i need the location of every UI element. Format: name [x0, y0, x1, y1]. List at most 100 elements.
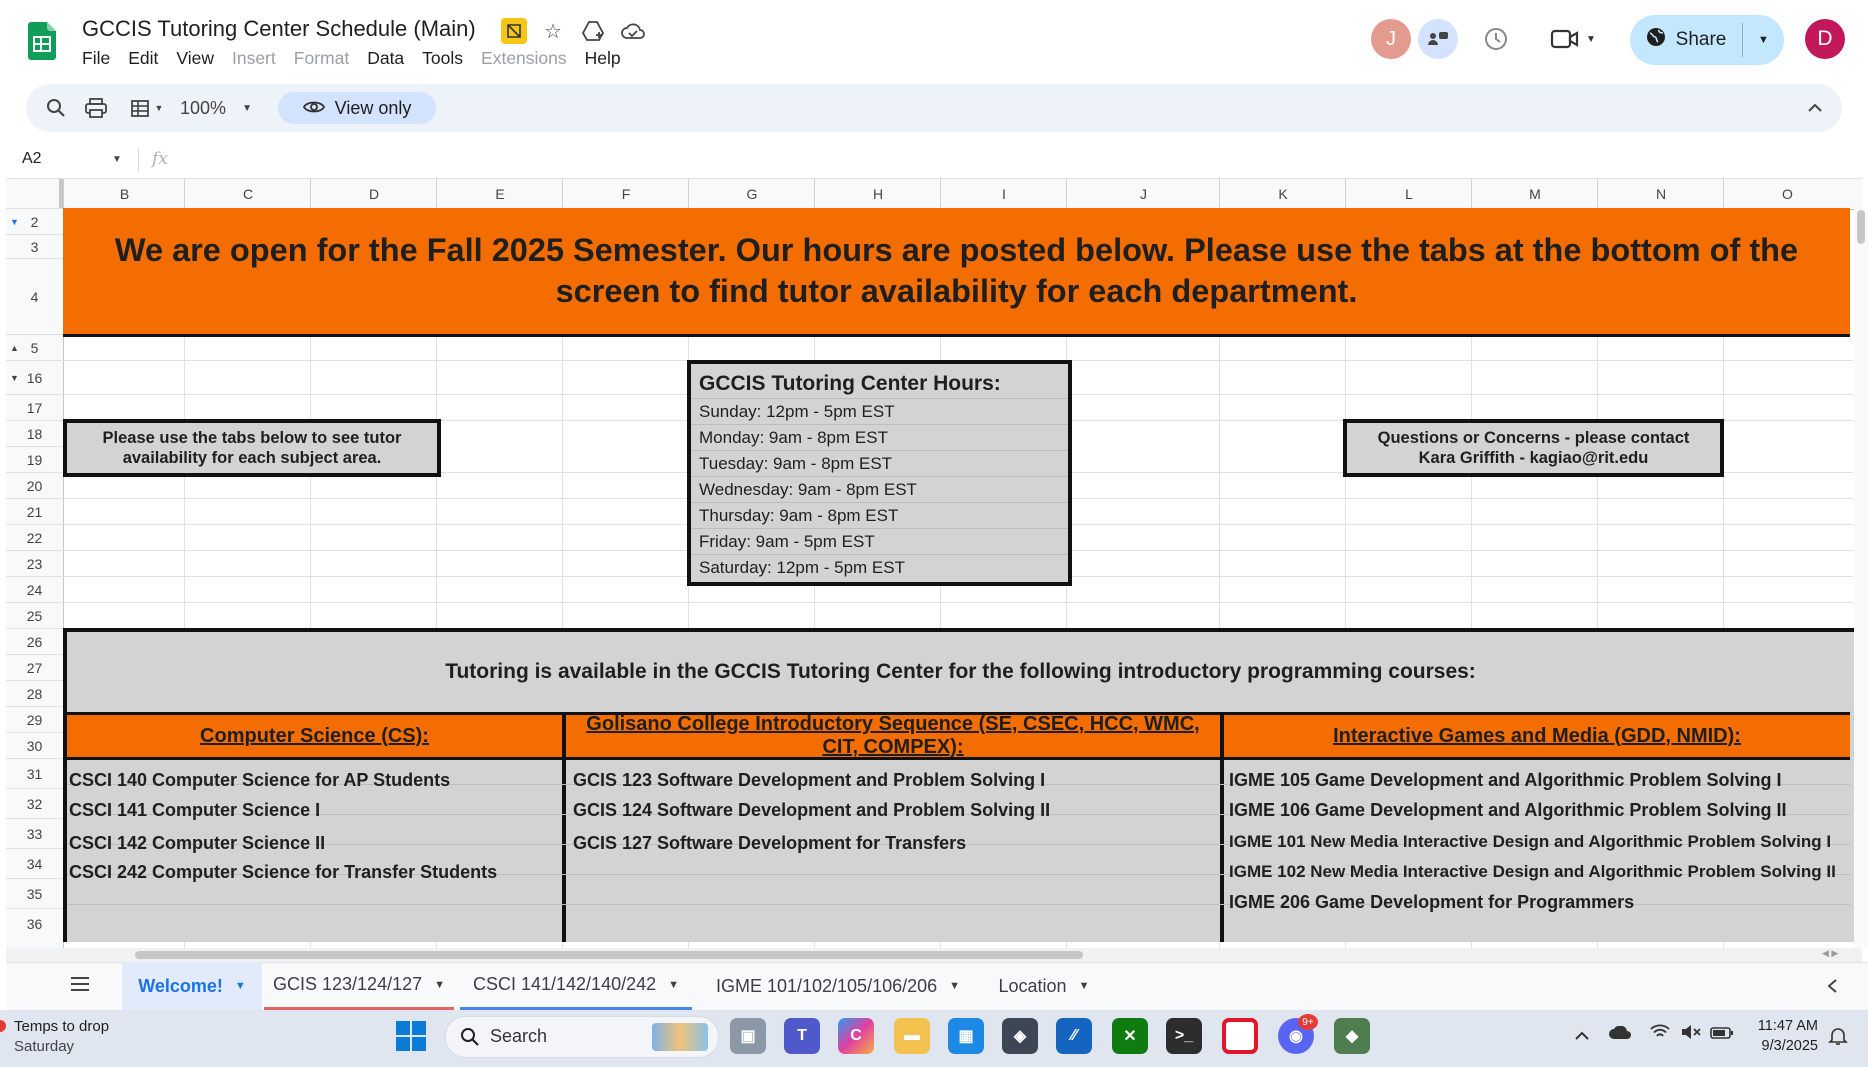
sheets-logo-icon[interactable]	[28, 22, 56, 60]
share-button[interactable]: Share	[1630, 15, 1742, 65]
wifi-icon[interactable]	[1650, 1024, 1670, 1045]
taskbar-clock-time[interactable]: 11:47 AM	[1754, 1018, 1818, 1034]
horizontal-scroll-thumb[interactable]	[135, 951, 1083, 959]
announcement-banner[interactable]: We are open for the Fall 2025 Semester. …	[63, 208, 1850, 337]
row-header[interactable]: 25	[6, 602, 63, 629]
menu-edit[interactable]: Edit	[128, 48, 158, 69]
copilot-icon[interactable]: C	[838, 1018, 874, 1054]
row-header[interactable]: 20	[6, 472, 63, 499]
taskbar-search-box[interactable]: Search	[445, 1016, 719, 1058]
column-header[interactable]: J	[1066, 179, 1220, 209]
taskbar-clock-date[interactable]: 9/3/2025	[1748, 1038, 1818, 1054]
column-header[interactable]: K	[1219, 179, 1346, 209]
name-box-chevron-icon[interactable]: ▼	[112, 154, 122, 165]
department-header-gcis[interactable]: Golisano College Introductory Sequence (…	[566, 712, 1220, 760]
courses-section[interactable]: Tutoring is available in the GCCIS Tutor…	[63, 628, 1858, 942]
column-header[interactable]: G	[688, 179, 815, 209]
microsoft-store-icon[interactable]: ▦	[948, 1018, 984, 1054]
format-options-icon[interactable]: ▼	[124, 84, 170, 132]
row-header[interactable]: 17	[6, 394, 63, 421]
column-header[interactable]: F	[562, 179, 689, 209]
terminal-icon[interactable]: >_	[1166, 1018, 1202, 1054]
row-header[interactable]: 24	[6, 576, 63, 603]
xbox-icon[interactable]: ✕	[1112, 1018, 1148, 1054]
name-box[interactable]: A2	[22, 150, 42, 168]
menu-format[interactable]: Format	[294, 48, 349, 69]
notification-bell-icon[interactable]	[1828, 1026, 1848, 1051]
row-header[interactable]: 33	[6, 818, 63, 849]
formula-input[interactable]	[184, 150, 1784, 172]
battery-icon[interactable]	[1710, 1026, 1734, 1044]
group-collapse-icon[interactable]: ▼	[10, 209, 19, 235]
move-to-drive-icon[interactable]	[580, 18, 606, 44]
vertical-scroll-thumb[interactable]	[1857, 210, 1865, 244]
row-header[interactable]: 30	[6, 732, 63, 759]
onedrive-cloud-icon[interactable]	[1608, 1025, 1632, 1045]
row-header[interactable]: 36	[6, 908, 63, 939]
print-icon[interactable]	[78, 84, 114, 132]
file-explorer-icon[interactable]: ▬	[894, 1018, 930, 1054]
column-header[interactable]: E	[436, 179, 563, 209]
row-header[interactable]: 21	[6, 498, 63, 525]
sheet-tab-igme[interactable]: IGME 101/102/105/106/206 ▼	[700, 962, 976, 1010]
account-avatar[interactable]: D	[1805, 19, 1845, 59]
version-history-icon[interactable]	[1481, 24, 1511, 54]
sheet-tab-gcis[interactable]: GCIS 123/124/127 ▼	[264, 962, 454, 1010]
contact-note-cell[interactable]: Questions or Concerns - please contact K…	[1343, 419, 1724, 477]
tabs-note-cell[interactable]: Please use the tabs below to see tutor a…	[63, 419, 441, 477]
row-header[interactable]: 18	[6, 420, 63, 447]
view-only-button[interactable]: View only	[278, 92, 436, 124]
menu-help[interactable]: Help	[585, 48, 621, 69]
offline-badge-icon[interactable]	[501, 18, 527, 44]
row-header[interactable]: 26	[6, 628, 63, 655]
volume-muted-icon[interactable]	[1680, 1024, 1702, 1045]
column-header[interactable]: H	[814, 179, 941, 209]
menu-tools[interactable]: Tools	[422, 48, 463, 69]
chat-icon[interactable]	[1418, 19, 1458, 59]
document-title[interactable]: GCCIS Tutoring Center Schedule (Main)	[82, 16, 476, 42]
hours-box[interactable]: GCCIS Tutoring Center Hours: Sunday: 12p…	[687, 360, 1072, 586]
department-header-igme[interactable]: Interactive Games and Media (GDD, NMID):	[1224, 712, 1850, 760]
row-header[interactable]: ▼ 2	[6, 208, 63, 235]
row-header[interactable]: 31	[6, 758, 63, 789]
group-collapse-icon[interactable]: ▼	[10, 361, 19, 395]
scroll-arrows-icon[interactable]: ◀ ▶	[1822, 948, 1838, 959]
vertical-scrollbar[interactable]	[1854, 208, 1868, 948]
column-header[interactable]: D	[310, 179, 437, 209]
teams-icon[interactable]: T	[784, 1018, 820, 1054]
collaborator-avatar[interactable]: J	[1371, 19, 1411, 59]
share-menu-chevron-icon[interactable]: ▼	[1743, 15, 1784, 65]
show-hidden-icons-icon[interactable]	[1574, 1028, 1590, 1044]
windows-start-icon[interactable]	[396, 1021, 426, 1056]
star-icon[interactable]: ☆	[540, 18, 566, 44]
app-cube-icon[interactable]: ◈	[1002, 1018, 1038, 1054]
row-header[interactable]: 19	[6, 446, 63, 473]
task-view-icon[interactable]: ▣	[730, 1018, 766, 1054]
menu-view[interactable]: View	[176, 48, 214, 69]
row-header[interactable]: 27	[6, 654, 63, 681]
collapse-toolbar-icon[interactable]	[1798, 84, 1832, 132]
menu-insert[interactable]: Insert	[232, 48, 276, 69]
column-header[interactable]: I	[940, 179, 1067, 209]
column-header[interactable]: M	[1471, 179, 1598, 209]
all-sheets-menu-icon[interactable]	[70, 976, 94, 996]
search-menus-icon[interactable]	[38, 84, 74, 132]
column-header[interactable]: O	[1723, 179, 1851, 209]
row-header[interactable]: 28	[6, 680, 63, 707]
department-header-cs[interactable]: Computer Science (CS):	[67, 712, 562, 760]
row-header[interactable]: 29	[6, 706, 63, 733]
column-header[interactable]: C	[184, 179, 311, 209]
menu-file[interactable]: File	[82, 48, 110, 69]
menu-data[interactable]: Data	[367, 48, 404, 69]
column-header[interactable]: B	[63, 179, 185, 209]
sheet-tab-welcome[interactable]: Welcome! ▼	[122, 962, 262, 1010]
weather-widget-title[interactable]: Temps to drop	[14, 1018, 109, 1035]
sheet-tab-csci[interactable]: CSCI 141/142/140/242 ▼	[460, 962, 692, 1010]
row-header[interactable]: 34	[6, 848, 63, 879]
row-header[interactable]: ▲ 5	[6, 334, 63, 361]
collapse-tabs-icon[interactable]	[1826, 978, 1838, 999]
group-expand-icon[interactable]: ▲	[10, 335, 19, 361]
row-header[interactable]: ▼ 16	[6, 360, 63, 395]
meet-icon[interactable]: ▼	[1550, 26, 1600, 52]
menu-extensions[interactable]: Extensions	[481, 48, 567, 69]
